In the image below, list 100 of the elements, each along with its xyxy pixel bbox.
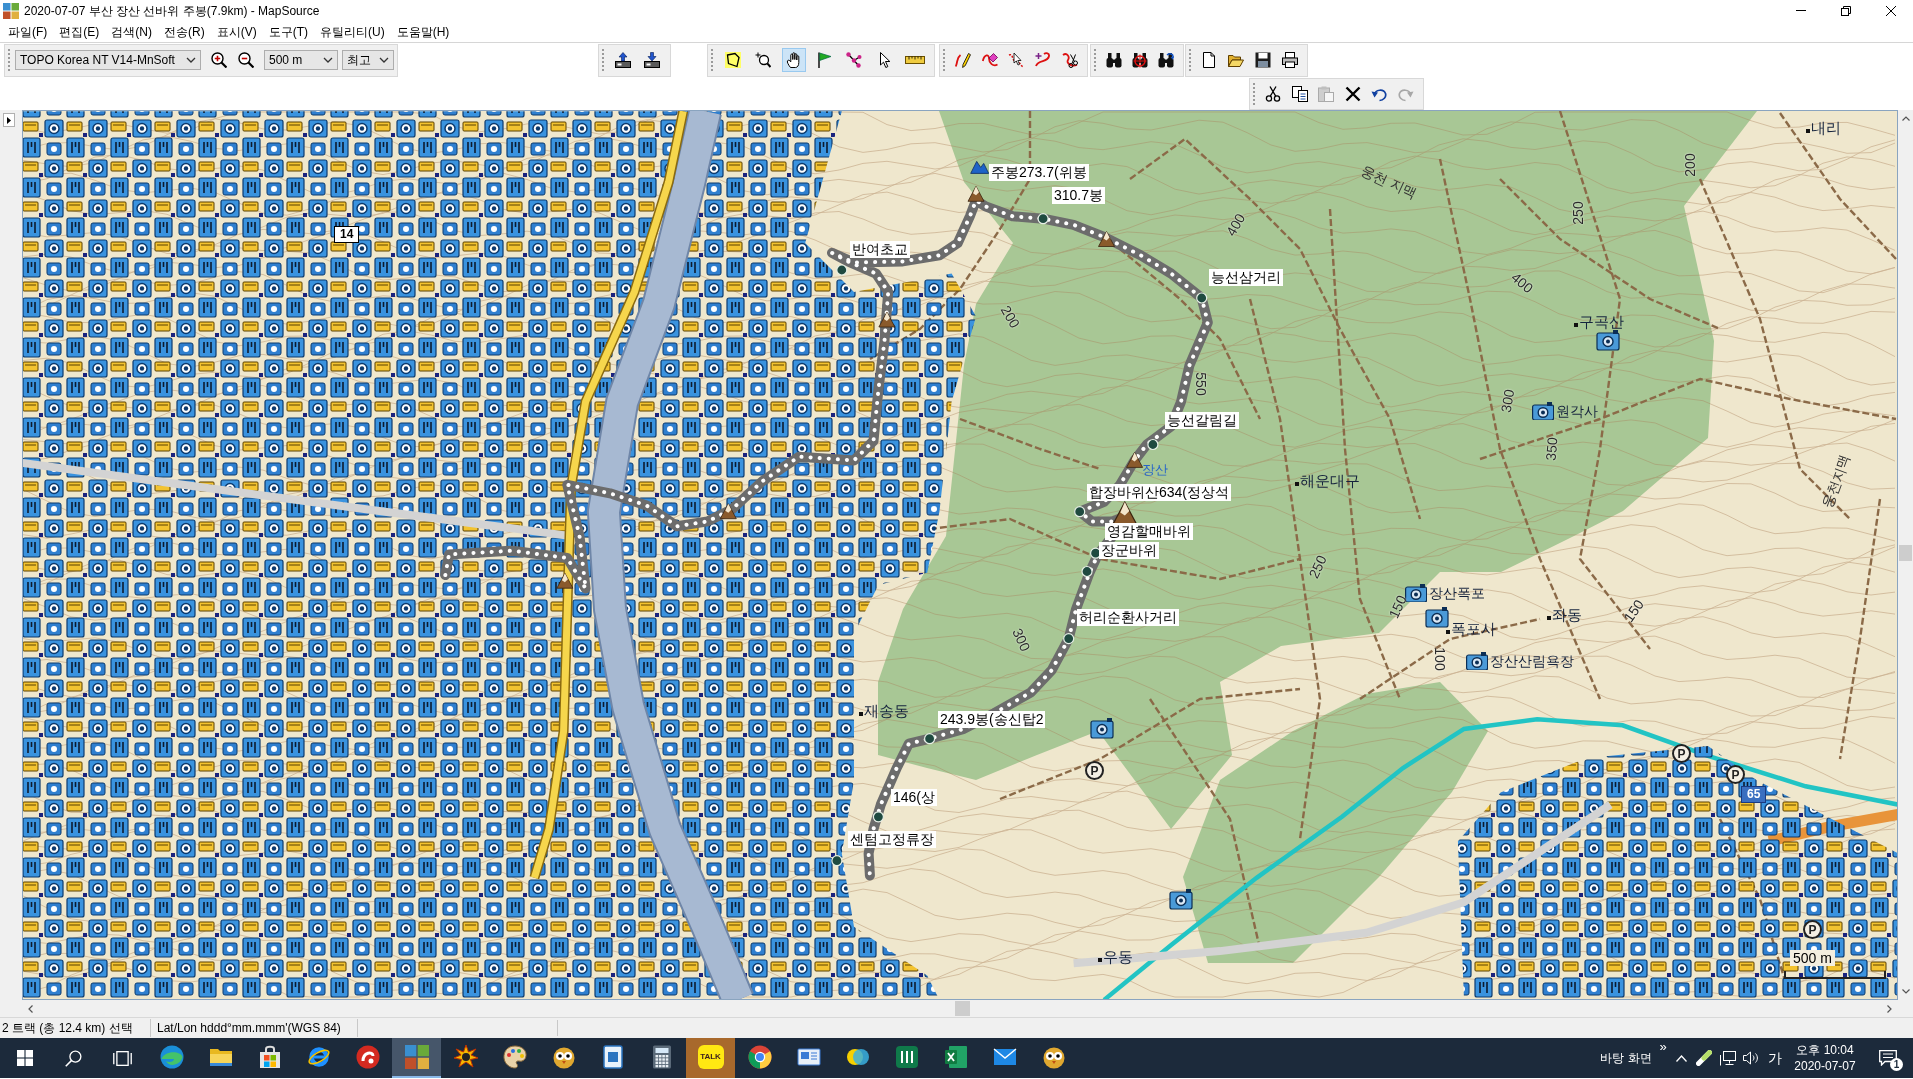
contour-label: 250 <box>1306 553 1330 581</box>
waypoint-dot-icon <box>1147 438 1159 451</box>
capsule-icon <box>1696 1050 1712 1066</box>
waypoint-dot-icon <box>1081 565 1093 578</box>
hand-tool-button[interactable] <box>781 48 806 72</box>
contour-label: 300 <box>1498 388 1518 414</box>
waypoint-label: 장군바위 <box>1099 542 1159 559</box>
summit-icon <box>970 161 990 174</box>
waypoint-dot-icon <box>1196 292 1208 304</box>
waypoint-label: 310.7봉 <box>1052 187 1106 204</box>
new-file-icon <box>1201 52 1218 68</box>
desktop-toolbar-button[interactable]: 바탕 화면 <box>1596 1038 1656 1078</box>
toolbar-grip[interactable] <box>943 49 946 71</box>
network-icon <box>1720 1050 1736 1066</box>
vertical-scrollbar[interactable] <box>1898 110 1913 1000</box>
contour-label: 300 <box>1009 626 1033 654</box>
route-icon <box>846 52 863 68</box>
orbit-ring-icon <box>306 1045 331 1069</box>
menu-item[interactable]: 유틸리티(U) <box>314 21 391 42</box>
camera-icon <box>1405 584 1427 602</box>
waypoint-label: 허리순환사거리 <box>1077 609 1179 626</box>
close-icon <box>1885 5 1896 16</box>
camera-icon <box>1425 607 1449 628</box>
chevron-down-icon <box>186 57 196 63</box>
place-label: 해운대구 <box>1300 472 1360 490</box>
waypoint-dot-icon <box>1037 213 1049 225</box>
binoculars-arrow-icon <box>1158 52 1174 68</box>
binoculars-target-icon <box>1132 52 1148 68</box>
contour-label: 350 <box>1543 436 1561 462</box>
toolbar-grip[interactable] <box>602 49 605 71</box>
panel-toggle-button[interactable] <box>3 113 15 127</box>
input-method-button[interactable]: 가 <box>1762 1038 1788 1078</box>
waypoint-label: 146(상 <box>891 789 938 806</box>
scroll-thumb[interactable] <box>1899 545 1912 561</box>
swirl-circle-icon <box>159 1045 184 1069</box>
map-product-dropdown[interactable]: TOPO Korea NT V14-MnSoft <box>15 50 201 70</box>
scroll-thumb[interactable] <box>955 1001 970 1016</box>
peak-marker-icon <box>967 185 985 202</box>
print-icon <box>1281 52 1298 68</box>
window-title: 2020-07-07 부산 장산 선바위 주봉(7.9km) - MapSource <box>24 2 320 20</box>
mountain-label: 장산 <box>1142 462 1168 478</box>
windows-logo-icon <box>16 1050 33 1066</box>
picture-card-icon <box>796 1045 821 1069</box>
chevron-up-icon <box>1675 1054 1687 1062</box>
scale-label: 500 m <box>1790 950 1835 966</box>
hand-icon <box>785 52 802 68</box>
place-label: 폭포사 <box>1451 620 1496 638</box>
shopping-bag-icon <box>257 1045 282 1069</box>
waypoint-label: 주봉273.7(위봉 <box>989 164 1089 181</box>
detail-dropdown[interactable]: 최고 <box>342 50 394 70</box>
taskbar-app-button[interactable]: TALK <box>686 1038 735 1078</box>
menu-item[interactable]: 편집(E) <box>53 21 106 42</box>
menu-item[interactable]: 파일(F) <box>2 21 54 42</box>
place-label: 구곡산 <box>1579 313 1624 331</box>
chevron-left-icon <box>28 1004 33 1013</box>
toolbar-grip[interactable] <box>8 49 11 71</box>
menu-item[interactable]: 도움말(H) <box>390 21 456 42</box>
bars-tile-icon <box>894 1045 919 1069</box>
contour-label: 100 <box>1431 647 1447 671</box>
waypoint-dot-icon <box>836 264 848 276</box>
upload-icon <box>615 52 632 68</box>
contour-label: 250 <box>1570 201 1586 225</box>
contour-label: 200 <box>997 303 1023 331</box>
chevron-right-icon <box>1887 1004 1892 1013</box>
toolbar-overflow-button[interactable]: » <box>1656 1038 1670 1054</box>
polygon-icon <box>725 52 742 68</box>
tiles-icon <box>404 1045 429 1069</box>
zoom-out-icon <box>238 52 254 68</box>
camera-icon <box>1466 652 1488 670</box>
toolbar-grip[interactable] <box>1189 49 1192 71</box>
waypoint-label: 합장바위산634(정상석 <box>1087 484 1232 501</box>
open-folder-icon <box>1228 52 1245 68</box>
peak-marker-icon <box>556 572 574 589</box>
scale-dropdown[interactable]: 500 m <box>264 50 338 70</box>
waypoint-label: 반여초교 <box>850 241 910 258</box>
menu-item[interactable]: 표시(V) <box>210 21 263 42</box>
ruler-icon <box>904 55 925 65</box>
copy-icon <box>1291 85 1308 102</box>
toolbar-grip[interactable] <box>1094 49 1097 71</box>
track-select-icon <box>1008 52 1025 68</box>
starburst-icon <box>453 1045 478 1069</box>
owl-icon <box>551 1045 576 1069</box>
triangle-right-icon <box>7 116 11 124</box>
place-label: 원각사 <box>1556 402 1598 420</box>
notification-button[interactable]: 1 <box>1862 1038 1913 1078</box>
clock-button[interactable]: 오후 10:04 2020-07-07 <box>1788 1038 1862 1078</box>
segmented-circle-icon <box>747 1045 772 1069</box>
menu-item[interactable]: 검색(N) <box>105 21 158 42</box>
chevron-down-icon <box>323 57 333 63</box>
place-label: 장산산림욕장 <box>1490 652 1574 670</box>
contour-label: 400 <box>1508 269 1536 297</box>
peak-marker-icon <box>719 503 737 520</box>
toolbar-grip[interactable] <box>1253 82 1256 105</box>
position-format: Lat/Lon hddd°mm.mmm'(WGS 84) <box>151 1019 358 1037</box>
camera-icon <box>1169 889 1193 910</box>
menu-item[interactable]: 도구(T) <box>262 21 314 42</box>
menu-item[interactable]: 전송(R) <box>158 21 211 42</box>
restore-icon <box>1840 5 1851 16</box>
toolbar-grip[interactable] <box>711 49 714 71</box>
paste-icon <box>1318 85 1335 102</box>
